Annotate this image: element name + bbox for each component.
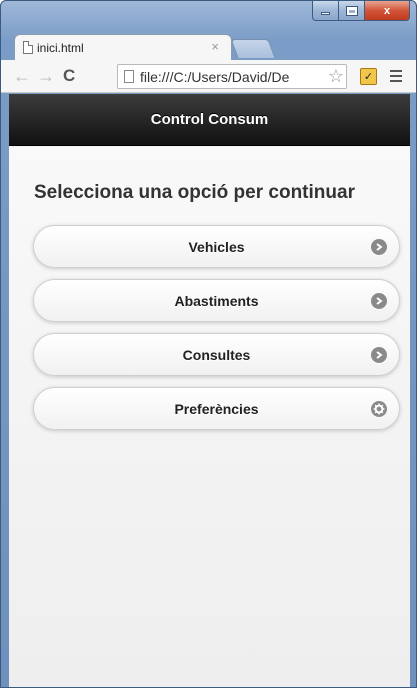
bookmark-star-icon[interactable]: ☆ [325, 66, 344, 87]
page-icon [124, 70, 134, 83]
minimize-icon [321, 12, 330, 15]
menu-list: Vehicles Abastiments Consultes Preferènc… [33, 225, 400, 441]
gear-icon [371, 401, 387, 417]
address-url: file:///C:/Users/David/De [140, 68, 290, 85]
page-title: Control Consum [150, 111, 269, 128]
tab-strip: inici.html × [1, 34, 416, 60]
app-header: Control Consum [9, 94, 410, 146]
browser-toolbar: ← → C file:///C:/Users/David/De ☆ ✓ [1, 60, 416, 93]
maximize-button[interactable] [339, 1, 365, 21]
extension-glyph: ✓ [363, 71, 374, 83]
close-icon: x [383, 4, 391, 17]
arrow-right-icon [371, 293, 387, 309]
forward-arrow-icon[interactable]: → [37, 66, 55, 86]
window-caption-buttons: x [312, 1, 410, 21]
menu-button-label: Abastiments [174, 292, 259, 309]
page-viewport: Control Consum Selecciona una opció per … [9, 94, 410, 687]
reload-icon[interactable]: C [63, 66, 75, 86]
menu-button-abastiments[interactable]: Abastiments [33, 279, 400, 322]
browser-window: x inici.html × ← → C file:///C:/Users/Da… [0, 0, 417, 688]
maximize-icon [345, 5, 358, 16]
arrow-right-icon [371, 239, 387, 255]
tab-inici[interactable]: inici.html × [14, 34, 232, 60]
menu-hamburger-icon[interactable] [390, 70, 402, 85]
minimize-button[interactable] [312, 1, 339, 21]
back-arrow-icon[interactable]: ← [13, 66, 31, 86]
close-window-button[interactable]: x [365, 1, 410, 21]
menu-button-vehicles[interactable]: Vehicles [33, 225, 400, 268]
menu-button-label: Preferències [174, 400, 259, 417]
tab-close-icon[interactable]: × [211, 39, 219, 54]
arrow-right-icon [371, 347, 387, 363]
menu-button-label: Vehicles [188, 238, 245, 255]
address-bar[interactable]: file:///C:/Users/David/De ☆ [117, 64, 347, 89]
extension-icon[interactable]: ✓ [360, 68, 377, 85]
menu-button-preferencies[interactable]: Preferències [33, 387, 400, 430]
selection-prompt: Selecciona una opció per continuar [34, 182, 355, 203]
page-content: Selecciona una opció per continuar Vehic… [9, 147, 410, 687]
new-tab-button[interactable] [230, 39, 276, 58]
menu-button-consultes[interactable]: Consultes [33, 333, 400, 376]
tab-title: inici.html [37, 40, 84, 55]
page-icon [23, 41, 33, 54]
menu-button-label: Consultes [182, 346, 251, 363]
